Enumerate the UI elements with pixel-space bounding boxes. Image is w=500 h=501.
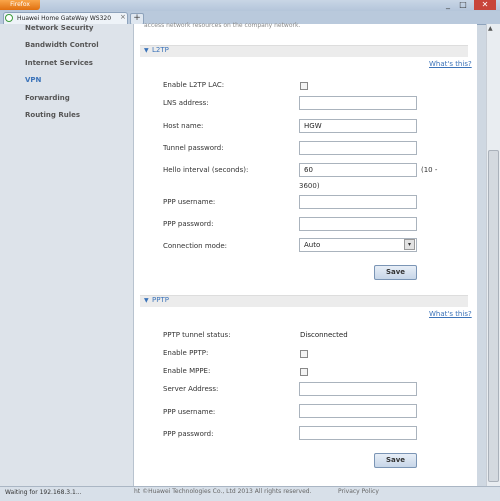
sidebar-item-vpn[interactable]: VPN (25, 76, 41, 84)
hello-interval-input[interactable]: 60 (299, 163, 417, 177)
status-text: Waiting for 192.168.3.1... (5, 489, 82, 496)
pptp-ppp-username-label: PPP username: (163, 408, 216, 416)
server-address-label: Server Address: (163, 385, 219, 393)
pptp-tunnel-status-label: PPTP tunnel status: (163, 331, 231, 339)
intro-text: access network resources on the company … (144, 22, 301, 29)
l2tp-section-title: L2TP (152, 46, 169, 54)
host-name-label: Host name: (163, 122, 204, 130)
connection-mode-label: Connection mode: (163, 242, 228, 250)
loading-icon (5, 14, 13, 22)
enable-pptp-label: Enable PPTP: (163, 349, 209, 357)
tunnel-password-label: Tunnel password: (163, 144, 224, 152)
firefox-menu-button[interactable]: Firefox (0, 0, 40, 10)
privacy-policy-link[interactable]: Privacy Policy (338, 488, 379, 495)
hello-interval-range-part1: (10 - (421, 166, 438, 174)
pptp-whats-this-link[interactable]: What's this? (429, 310, 472, 318)
ppp-username-label: PPP username: (163, 198, 216, 206)
pptp-ppp-password-label: PPP password: (163, 430, 214, 438)
enable-l2tp-lac-checkbox[interactable] (300, 82, 308, 90)
enable-l2tp-lac-label: Enable L2TP LAC: (163, 81, 225, 89)
ppp-password-label: PPP password: (163, 220, 214, 228)
enable-pptp-checkbox[interactable] (300, 350, 308, 358)
maximize-button[interactable]: □ (456, 0, 470, 10)
lns-address-input[interactable] (299, 96, 417, 110)
tunnel-password-input[interactable] (299, 141, 417, 155)
connection-mode-select[interactable]: Auto (299, 238, 417, 252)
collapse-arrow-icon[interactable]: ▼ (144, 47, 149, 54)
l2tp-save-button[interactable]: Save (374, 265, 417, 280)
collapse-arrow-icon[interactable]: ▼ (144, 297, 149, 304)
scrollbar-thumb[interactable] (488, 150, 499, 482)
window-titlebar (0, 0, 500, 11)
l2tp-section-header[interactable] (140, 45, 468, 57)
host-name-input[interactable]: HGW (299, 119, 417, 133)
pptp-ppp-password-input[interactable] (299, 426, 417, 440)
sidebar-item-bandwidth-control[interactable]: Bandwidth Control (25, 41, 99, 49)
ppp-password-input[interactable] (299, 217, 417, 231)
l2tp-whats-this-link[interactable]: What's this? (429, 60, 472, 68)
enable-mppe-label: Enable MPPE: (163, 367, 211, 375)
hello-interval-label: Hello interval (seconds): (163, 166, 249, 174)
pptp-tunnel-status-value: Disconnected (300, 331, 348, 339)
pptp-ppp-username-input[interactable] (299, 404, 417, 418)
sidebar-item-internet-services[interactable]: Internet Services (25, 59, 93, 67)
close-window-button[interactable]: ✕ (474, 0, 496, 10)
server-address-input[interactable] (299, 382, 417, 396)
lns-address-label: LNS address: (163, 99, 209, 107)
ppp-username-input[interactable] (299, 195, 417, 209)
pptp-section-title: PPTP (152, 296, 169, 304)
tab-title: Huawei Home GateWay WS320 (17, 15, 112, 22)
scroll-up-icon[interactable]: ▲ (488, 25, 493, 32)
minimize-button[interactable]: _ (441, 0, 455, 10)
pptp-save-button[interactable]: Save (374, 453, 417, 468)
pptp-section-header[interactable] (140, 295, 468, 307)
sidebar-item-network-security[interactable]: Network Security (25, 24, 93, 32)
sidebar-item-forwarding[interactable]: Forwarding (25, 94, 70, 102)
chevron-down-icon[interactable]: ▾ (404, 239, 415, 250)
copyright-text: ht ©Huawei Technologies Co., Ltd 2013 Al… (134, 488, 312, 495)
browser-tab[interactable]: Huawei Home GateWay WS320 (3, 12, 128, 24)
enable-mppe-checkbox[interactable] (300, 368, 308, 376)
tab-close-icon[interactable]: × (120, 11, 126, 23)
hello-interval-range-part2: 3600) (299, 182, 320, 190)
sidebar-item-routing-rules[interactable]: Routing Rules (25, 111, 80, 119)
